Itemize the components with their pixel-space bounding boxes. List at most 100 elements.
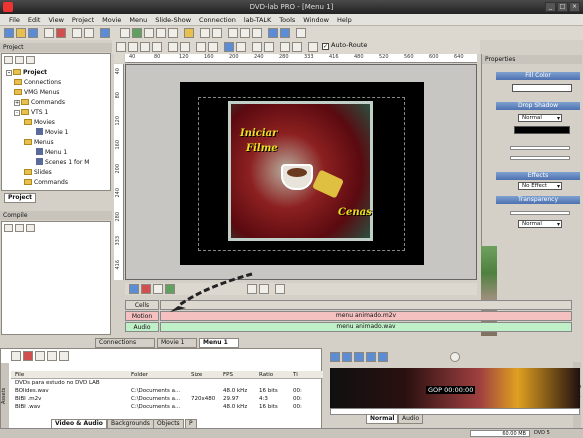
tree-item-vts1[interactable]: - VTS 1 <box>6 108 110 118</box>
align-icon[interactable] <box>212 28 222 38</box>
rect-tool-icon[interactable] <box>156 28 166 38</box>
tab-audio[interactable]: Audio <box>398 414 424 424</box>
tree-add-icon[interactable] <box>4 56 13 64</box>
minimize-button[interactable]: _ <box>545 2 556 12</box>
delete-icon[interactable] <box>56 28 66 38</box>
select-tool-icon[interactable] <box>120 28 130 38</box>
background-image[interactable] <box>228 101 373 241</box>
ungroup-icon[interactable] <box>208 42 218 52</box>
menu-project[interactable]: Project <box>68 14 98 26</box>
assets-view-icon[interactable] <box>59 351 69 361</box>
drop-shadow-header[interactable]: Drop Shadow <box>496 102 580 110</box>
tree-item-scenes1[interactable]: Scenes 1 for M <box>6 158 110 168</box>
open-icon[interactable] <box>16 28 26 38</box>
audio-track-clip[interactable]: menu animado.wav <box>160 322 572 332</box>
compile-log-icon[interactable] <box>26 224 35 232</box>
col-file[interactable]: File <box>15 371 24 379</box>
shadow-mode-select[interactable]: Normal <box>518 114 562 122</box>
menu-connection[interactable]: Connection <box>195 14 240 26</box>
preview-pause-icon[interactable] <box>342 352 352 362</box>
show-links-icon[interactable] <box>292 42 302 52</box>
safe-area-icon[interactable] <box>252 42 262 52</box>
menu-movie[interactable]: Movie <box>98 14 125 26</box>
tree-item-movies[interactable]: Movies <box>6 118 110 128</box>
compile-run-icon[interactable] <box>4 224 13 232</box>
preview-stop-icon[interactable] <box>354 352 364 362</box>
collapse-icon[interactable]: - <box>14 110 20 116</box>
timeline-play-icon[interactable] <box>129 284 139 294</box>
distribute-icon[interactable] <box>168 42 178 52</box>
asset-row[interactable]: BIBI .m2v C:\Documents a... 720x480 29.97 4:… <box>11 395 323 403</box>
timeline-options-icon[interactable] <box>275 284 285 294</box>
menu-labtalk[interactable]: lab-TALK <box>240 14 275 26</box>
tree-props-icon[interactable] <box>26 56 35 64</box>
lock-icon[interactable] <box>280 42 290 52</box>
front-icon[interactable] <box>224 42 234 52</box>
new-icon[interactable] <box>4 28 14 38</box>
undo-icon[interactable] <box>72 28 82 38</box>
preview-play-icon[interactable] <box>330 352 340 362</box>
clock-icon[interactable] <box>450 352 460 362</box>
assets-add-icon[interactable] <box>11 351 21 361</box>
preview-next-icon[interactable] <box>378 352 388 362</box>
tree-item-commands[interactable]: + Commands <box>6 98 110 108</box>
arrange-icon[interactable] <box>116 42 126 52</box>
tree-item-vmg-menus[interactable]: VMG Menus <box>6 88 110 98</box>
autoroute-toggle[interactable]: ✓ Auto-Route <box>322 41 367 50</box>
layer-icon[interactable] <box>268 28 278 38</box>
menu-button-scenes[interactable]: Cenas <box>338 207 372 218</box>
tree-item-commands-vts[interactable]: Commands <box>6 178 110 188</box>
menu-slideshow[interactable]: Slide-Show <box>151 14 195 26</box>
image-tool-icon[interactable] <box>184 28 194 38</box>
save-icon[interactable] <box>28 28 38 38</box>
transparency-slider[interactable] <box>510 211 570 215</box>
menu-button-play-line2[interactable]: Filme <box>246 143 278 154</box>
effects-header[interactable]: Effects <box>496 172 580 180</box>
align-right-icon[interactable] <box>152 42 162 52</box>
preview-icon[interactable] <box>100 28 110 38</box>
col-folder[interactable]: Folder <box>131 371 148 379</box>
text-tool-icon[interactable] <box>144 28 154 38</box>
assets-up-icon[interactable] <box>35 351 45 361</box>
tree-item-connections[interactable]: Connections <box>6 78 110 88</box>
group-icon[interactable] <box>196 42 206 52</box>
asset-row[interactable]: BOlides.wav C:\Documents a... 48.0 kHz 16 b… <box>11 387 323 395</box>
collapse-icon[interactable]: - <box>6 70 12 76</box>
menu-window[interactable]: Window <box>299 14 333 26</box>
close-button[interactable]: × <box>569 2 580 12</box>
menu-edit[interactable]: Edit <box>24 14 45 26</box>
compile-icon[interactable] <box>296 28 306 38</box>
menu-help[interactable]: Help <box>333 14 356 26</box>
tree-item-menu1[interactable]: Menu 1 <box>6 148 110 158</box>
zoom-out-icon[interactable] <box>240 28 250 38</box>
shadow-color-swatch[interactable] <box>514 126 570 134</box>
timeline-zoom-out-icon[interactable] <box>259 284 269 294</box>
tree-item-slides[interactable]: Slides <box>6 168 110 178</box>
same-size-icon[interactable] <box>180 42 190 52</box>
fill-color-header[interactable]: Fill Color <box>496 72 580 80</box>
play-icon[interactable] <box>280 28 290 38</box>
menu-button-play-line1[interactable]: Iniciar <box>240 128 277 139</box>
tab-connections[interactable]: Connections <box>95 338 155 348</box>
transparency-mode-select[interactable]: Normal <box>518 220 562 228</box>
expand-icon[interactable]: + <box>14 100 20 106</box>
effect-select[interactable]: No Effect <box>518 182 562 190</box>
tree-remove-icon[interactable] <box>15 56 24 64</box>
col-ti[interactable]: Ti <box>293 371 298 379</box>
tab-project[interactable]: Project <box>4 193 37 203</box>
shadow-offset-slider[interactable] <box>510 156 570 160</box>
assets-delete-icon[interactable] <box>23 351 33 361</box>
menu-tools[interactable]: Tools <box>275 14 299 26</box>
import-icon[interactable] <box>44 28 54 38</box>
col-fps[interactable]: FPS <box>223 371 233 379</box>
timeline-stop-icon[interactable] <box>141 284 151 294</box>
back-icon[interactable] <box>236 42 246 52</box>
fill-color-swatch[interactable] <box>512 84 572 92</box>
grid-icon[interactable] <box>200 28 210 38</box>
menu-file[interactable]: File <box>5 14 24 26</box>
zoom-fit-icon[interactable] <box>252 28 262 38</box>
tab-normal[interactable]: Normal <box>366 414 399 424</box>
col-size[interactable]: Size <box>191 371 202 379</box>
autoroute-checkbox[interactable]: ✓ <box>322 43 329 50</box>
transparency-header[interactable]: Transparency <box>496 196 580 204</box>
